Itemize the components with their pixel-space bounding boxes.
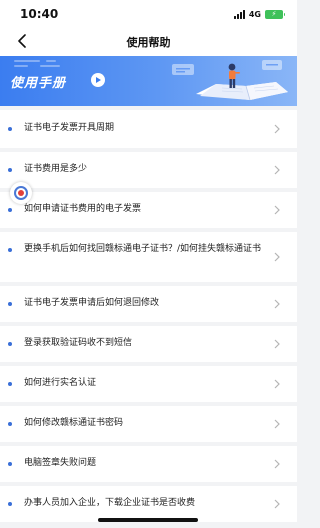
faq-item[interactable]: 如何申请证书费用的电子发票 (0, 192, 297, 228)
play-icon[interactable] (91, 73, 105, 87)
bullet-dot-icon (8, 168, 12, 172)
faq-item-label: 证书电子发票开具周期 (24, 123, 115, 133)
faq-item[interactable]: 如何进行实名认证 (0, 366, 297, 402)
faq-item[interactable]: 电脑签章失败问题 (0, 446, 297, 482)
faq-item-label: 办事人员加入企业，下载企业证书是否收费 (24, 498, 196, 508)
faq-item[interactable]: 证书费用是多少 (0, 152, 297, 188)
bullet-dot-icon (8, 248, 12, 252)
faq-item-label: 如何申请证书费用的电子发票 (24, 204, 142, 214)
status-indicators: 4G ⚡ (233, 9, 285, 19)
chevron-right-icon (274, 499, 280, 509)
faq-item[interactable]: 登录获取验证码收不到短信 (0, 326, 297, 362)
faq-item-label: 更换手机后如何找回赣标通电子证书？/如何挂失赣标通证书 (24, 244, 262, 254)
banner-title: 使用手册 (10, 76, 67, 91)
page-title: 使用帮助 (126, 36, 171, 49)
status-time: 10:40 (20, 7, 59, 21)
faq-item-label: 电脑签章失败问题 (24, 458, 97, 468)
bullet-dot-icon (8, 422, 12, 426)
network-type: 4G (248, 9, 261, 19)
nav-bar: 使用帮助 (0, 26, 297, 56)
chevron-right-icon (274, 124, 280, 134)
chevron-right-icon (274, 339, 280, 349)
chevron-right-icon (274, 252, 280, 262)
faq-item[interactable]: 证书电子发票开具周期 (0, 110, 297, 148)
signal-icon (233, 9, 245, 19)
faq-item[interactable]: 如何修改赣标通证书密码 (0, 406, 297, 442)
faq-item-label: 证书费用是多少 (24, 164, 88, 174)
battery-icon: ⚡ (265, 9, 285, 19)
bullet-dot-icon (8, 302, 12, 306)
chevron-right-icon (274, 299, 280, 309)
chevron-right-icon (274, 419, 280, 429)
home-indicator (98, 518, 198, 522)
faq-item-label: 如何修改赣标通证书密码 (24, 418, 124, 428)
bullet-dot-icon (8, 342, 12, 346)
floating-assistant-button[interactable] (10, 182, 32, 204)
status-bar: 10:40 4G ⚡ (0, 0, 297, 26)
chevron-right-icon (274, 205, 280, 215)
faq-item[interactable]: 证书电子发票申请后如何退回修改 (0, 286, 297, 322)
chevron-right-icon (274, 379, 280, 389)
manual-banner[interactable]: 使用手册 (0, 56, 297, 106)
bullet-dot-icon (8, 502, 12, 506)
faq-item-label: 证书电子发票申请后如何退回修改 (24, 298, 160, 308)
bullet-dot-icon (8, 127, 12, 131)
faq-item[interactable]: 办事人员加入企业，下载企业证书是否收费 (0, 486, 297, 522)
bullet-dot-icon (8, 382, 12, 386)
faq-item[interactable]: 更换手机后如何找回赣标通电子证书？/如何挂失赣标通证书 (0, 232, 297, 282)
bullet-dot-icon (8, 462, 12, 466)
faq-item-label: 如何进行实名认证 (24, 378, 97, 388)
faq-item-label: 登录获取验证码收不到短信 (24, 338, 133, 348)
assistant-icon (14, 186, 28, 200)
chevron-right-icon (274, 459, 280, 469)
bullet-dot-icon (8, 208, 12, 212)
chevron-right-icon (274, 165, 280, 175)
